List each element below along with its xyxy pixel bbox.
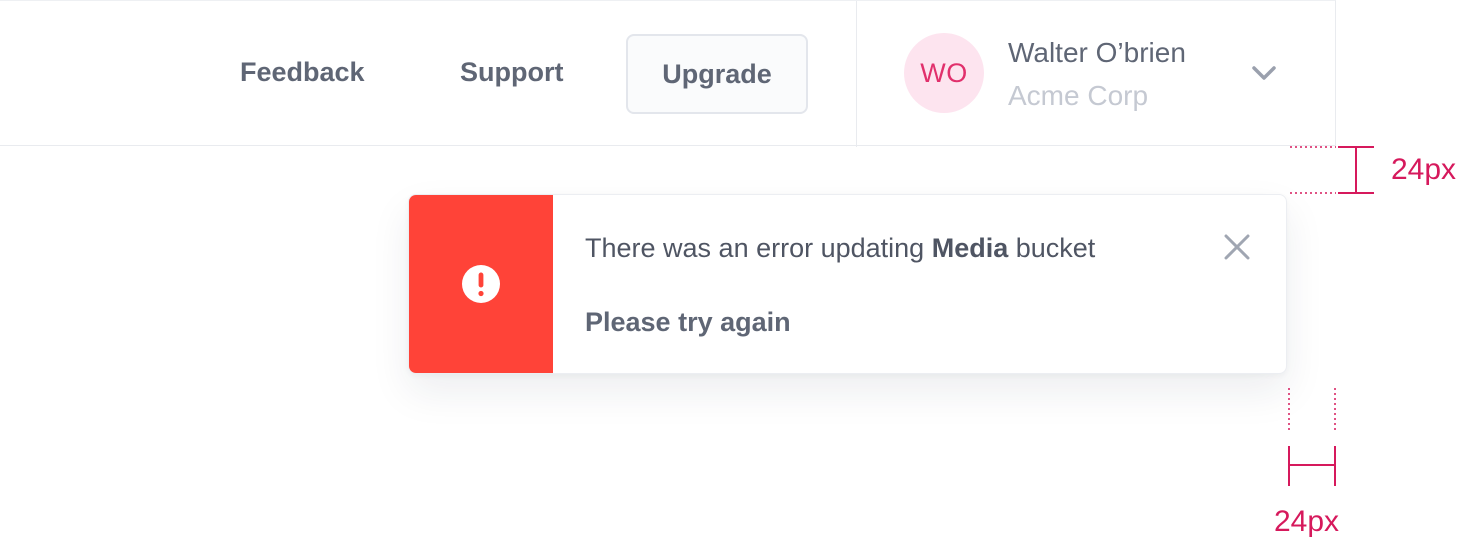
stage: Feedback Support Upgrade WO Walter O’bri… — [0, 0, 1483, 546]
vertical-spacing-label: 24px — [1391, 153, 1457, 186]
horizontal-spacing-label: 24px — [1274, 505, 1340, 538]
spacing-annotations — [1288, 146, 1374, 486]
